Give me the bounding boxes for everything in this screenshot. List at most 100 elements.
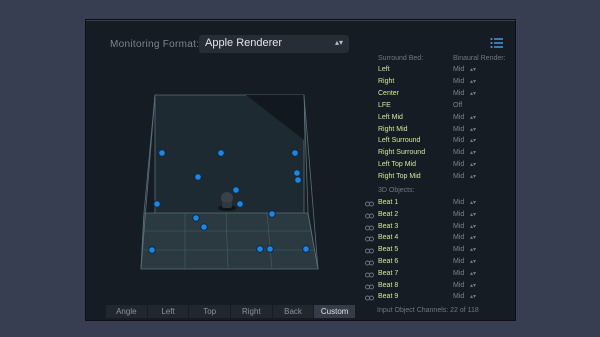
view-custom-button[interactable]: Custom: [314, 305, 356, 318]
object-row[interactable]: Beat 4 Mid ▴▾: [365, 234, 505, 245]
object-dot: [148, 246, 156, 254]
render-mode-value[interactable]: Mid: [453, 234, 464, 241]
bed-channel-row[interactable]: Left Top Mid Mid ▴▾: [365, 161, 505, 172]
link-icon[interactable]: [365, 260, 374, 266]
object-dot: [268, 210, 276, 218]
bed-channel-row[interactable]: Left Mid Mid ▴▾: [365, 114, 505, 125]
render-mode-value[interactable]: Mid: [453, 114, 464, 121]
bed-channel-row[interactable]: Right Surround Mid ▴▾: [365, 149, 505, 160]
row-name: Left Top Mid: [378, 161, 417, 169]
link-icon[interactable]: [365, 236, 374, 242]
render-mode-value[interactable]: Mid: [453, 78, 464, 85]
render-mode-value[interactable]: Off: [453, 102, 462, 109]
updown-chevron-icon[interactable]: ▴▾: [470, 293, 476, 300]
bed-channel-row[interactable]: Left Surround Mid ▴▾: [365, 137, 505, 148]
row-name: Left: [378, 66, 390, 73]
link-icon[interactable]: [365, 272, 374, 278]
render-mode-value[interactable]: Mid: [453, 246, 464, 253]
3d-room-viewport[interactable]: [86, 65, 376, 301]
render-mode-value[interactable]: Mid: [453, 149, 464, 156]
row-name: Beat 8: [378, 281, 399, 289]
updown-chevron-icon[interactable]: ▴▾: [470, 137, 476, 144]
updown-chevron-icon[interactable]: ▴▾: [470, 173, 476, 180]
object-dot: [200, 223, 208, 231]
view-top-button[interactable]: Top: [189, 305, 232, 318]
view-left-button[interactable]: Left: [148, 305, 190, 318]
object-dot: [266, 245, 274, 253]
render-mode-value[interactable]: Mid: [453, 223, 464, 230]
updown-chevron-icon[interactable]: ▴▾: [470, 258, 476, 265]
link-icon[interactable]: [365, 213, 374, 219]
object-row[interactable]: Beat 3 Mid ▴▾: [365, 223, 505, 234]
render-mode-value[interactable]: Mid: [453, 126, 464, 133]
render-mode-value[interactable]: Mid: [453, 258, 464, 265]
render-mode-value[interactable]: Mid: [453, 66, 464, 73]
view-right-button[interactable]: Right: [231, 305, 273, 318]
updown-chevron-icon[interactable]: ▴▾: [470, 78, 476, 85]
render-mode-value[interactable]: Mid: [453, 199, 464, 206]
updown-chevron-icon[interactable]: ▴▾: [470, 149, 476, 156]
object-row[interactable]: Beat 6 Mid ▴▾: [365, 258, 505, 269]
link-icon[interactable]: [365, 284, 374, 290]
render-mode-value[interactable]: Mid: [453, 270, 464, 277]
render-mode-value[interactable]: Mid: [453, 90, 464, 97]
list-icon[interactable]: [490, 37, 504, 49]
link-icon[interactable]: [365, 248, 374, 254]
objects-header: 3D Objects:: [378, 187, 415, 194]
row-name: Beat 3: [378, 222, 399, 230]
row-name: Right: [378, 77, 395, 85]
updown-chevron-icon[interactable]: ▴▾: [470, 161, 476, 168]
object-row[interactable]: Beat 5 Mid ▴▾: [365, 246, 505, 257]
updown-chevron-icon[interactable]: ▴▾: [470, 114, 476, 121]
render-mode-value[interactable]: Mid: [453, 137, 464, 144]
render-mode-value[interactable]: Mid: [453, 173, 464, 180]
render-mode-value[interactable]: Mid: [453, 211, 464, 218]
row-name: Left Mid: [378, 113, 403, 121]
updown-chevron-icon[interactable]: ▴▾: [470, 126, 476, 133]
link-icon[interactable]: [365, 295, 374, 301]
updown-chevron-icon[interactable]: ▴▾: [470, 211, 476, 218]
updown-chevron-icon[interactable]: ▴▾: [470, 246, 476, 253]
row-name: Beat 9: [378, 293, 399, 301]
object-dot: [217, 149, 225, 157]
updown-chevron-icon[interactable]: ▴▾: [470, 282, 476, 289]
view-angle-button[interactable]: Angle: [106, 305, 148, 318]
object-row[interactable]: Beat 1 Mid ▴▾: [365, 199, 505, 210]
updown-chevron-icon[interactable]: ▴▾: [470, 223, 476, 230]
object-row[interactable]: Beat 9 Mid ▴▾: [365, 293, 505, 304]
link-icon[interactable]: [365, 225, 374, 231]
object-panner-window: Monitoring Format: Apple Renderer ▴▾ Ang…: [86, 20, 515, 320]
row-name: LFE: [378, 101, 391, 109]
bed-channel-row[interactable]: Right Mid Mid ▴▾: [365, 126, 505, 137]
object-dot: [192, 214, 200, 222]
render-mode-value[interactable]: Mid: [453, 161, 464, 168]
updown-chevron-icon[interactable]: ▴▾: [470, 234, 476, 241]
render-mode-value[interactable]: Mid: [453, 293, 464, 300]
row-name: Right Surround: [378, 149, 426, 157]
render-mode-value[interactable]: Mid: [453, 282, 464, 289]
object-row[interactable]: Beat 8 Mid ▴▾: [365, 282, 505, 293]
updown-chevron-icon[interactable]: ▴▾: [470, 199, 476, 206]
object-dot: [232, 186, 240, 194]
row-name: Beat 1: [378, 199, 399, 206]
bed-channel-row[interactable]: Center Mid ▴▾: [365, 90, 505, 101]
object-row[interactable]: Beat 2 Mid ▴▾: [365, 211, 505, 222]
view-mode-bar: Angle Left Top Right Back Custom: [106, 305, 356, 318]
updown-chevron-icon[interactable]: ▴▾: [470, 90, 476, 97]
bed-channel-row[interactable]: Left Mid ▴▾: [365, 66, 505, 77]
object-dot: [194, 173, 202, 181]
view-back-button[interactable]: Back: [273, 305, 315, 318]
row-name: Beat 5: [378, 246, 399, 254]
object-dot: [158, 149, 166, 157]
row-name: Right Top Mid: [378, 173, 421, 181]
updown-chevron-icon[interactable]: ▴▾: [470, 66, 476, 73]
object-row[interactable]: Beat 7 Mid ▴▾: [365, 270, 505, 281]
bed-channel-row[interactable]: LFE Off: [365, 102, 505, 113]
object-dot: [153, 200, 161, 208]
bed-channel-row[interactable]: Right Top Mid Mid ▴▾: [365, 173, 505, 184]
link-icon[interactable]: [365, 201, 374, 207]
bed-channel-row[interactable]: Right Mid ▴▾: [365, 78, 505, 89]
row-name: Center: [378, 89, 400, 97]
monitoring-format-select[interactable]: Apple Renderer ▴▾: [199, 35, 349, 53]
updown-chevron-icon[interactable]: ▴▾: [470, 270, 476, 277]
